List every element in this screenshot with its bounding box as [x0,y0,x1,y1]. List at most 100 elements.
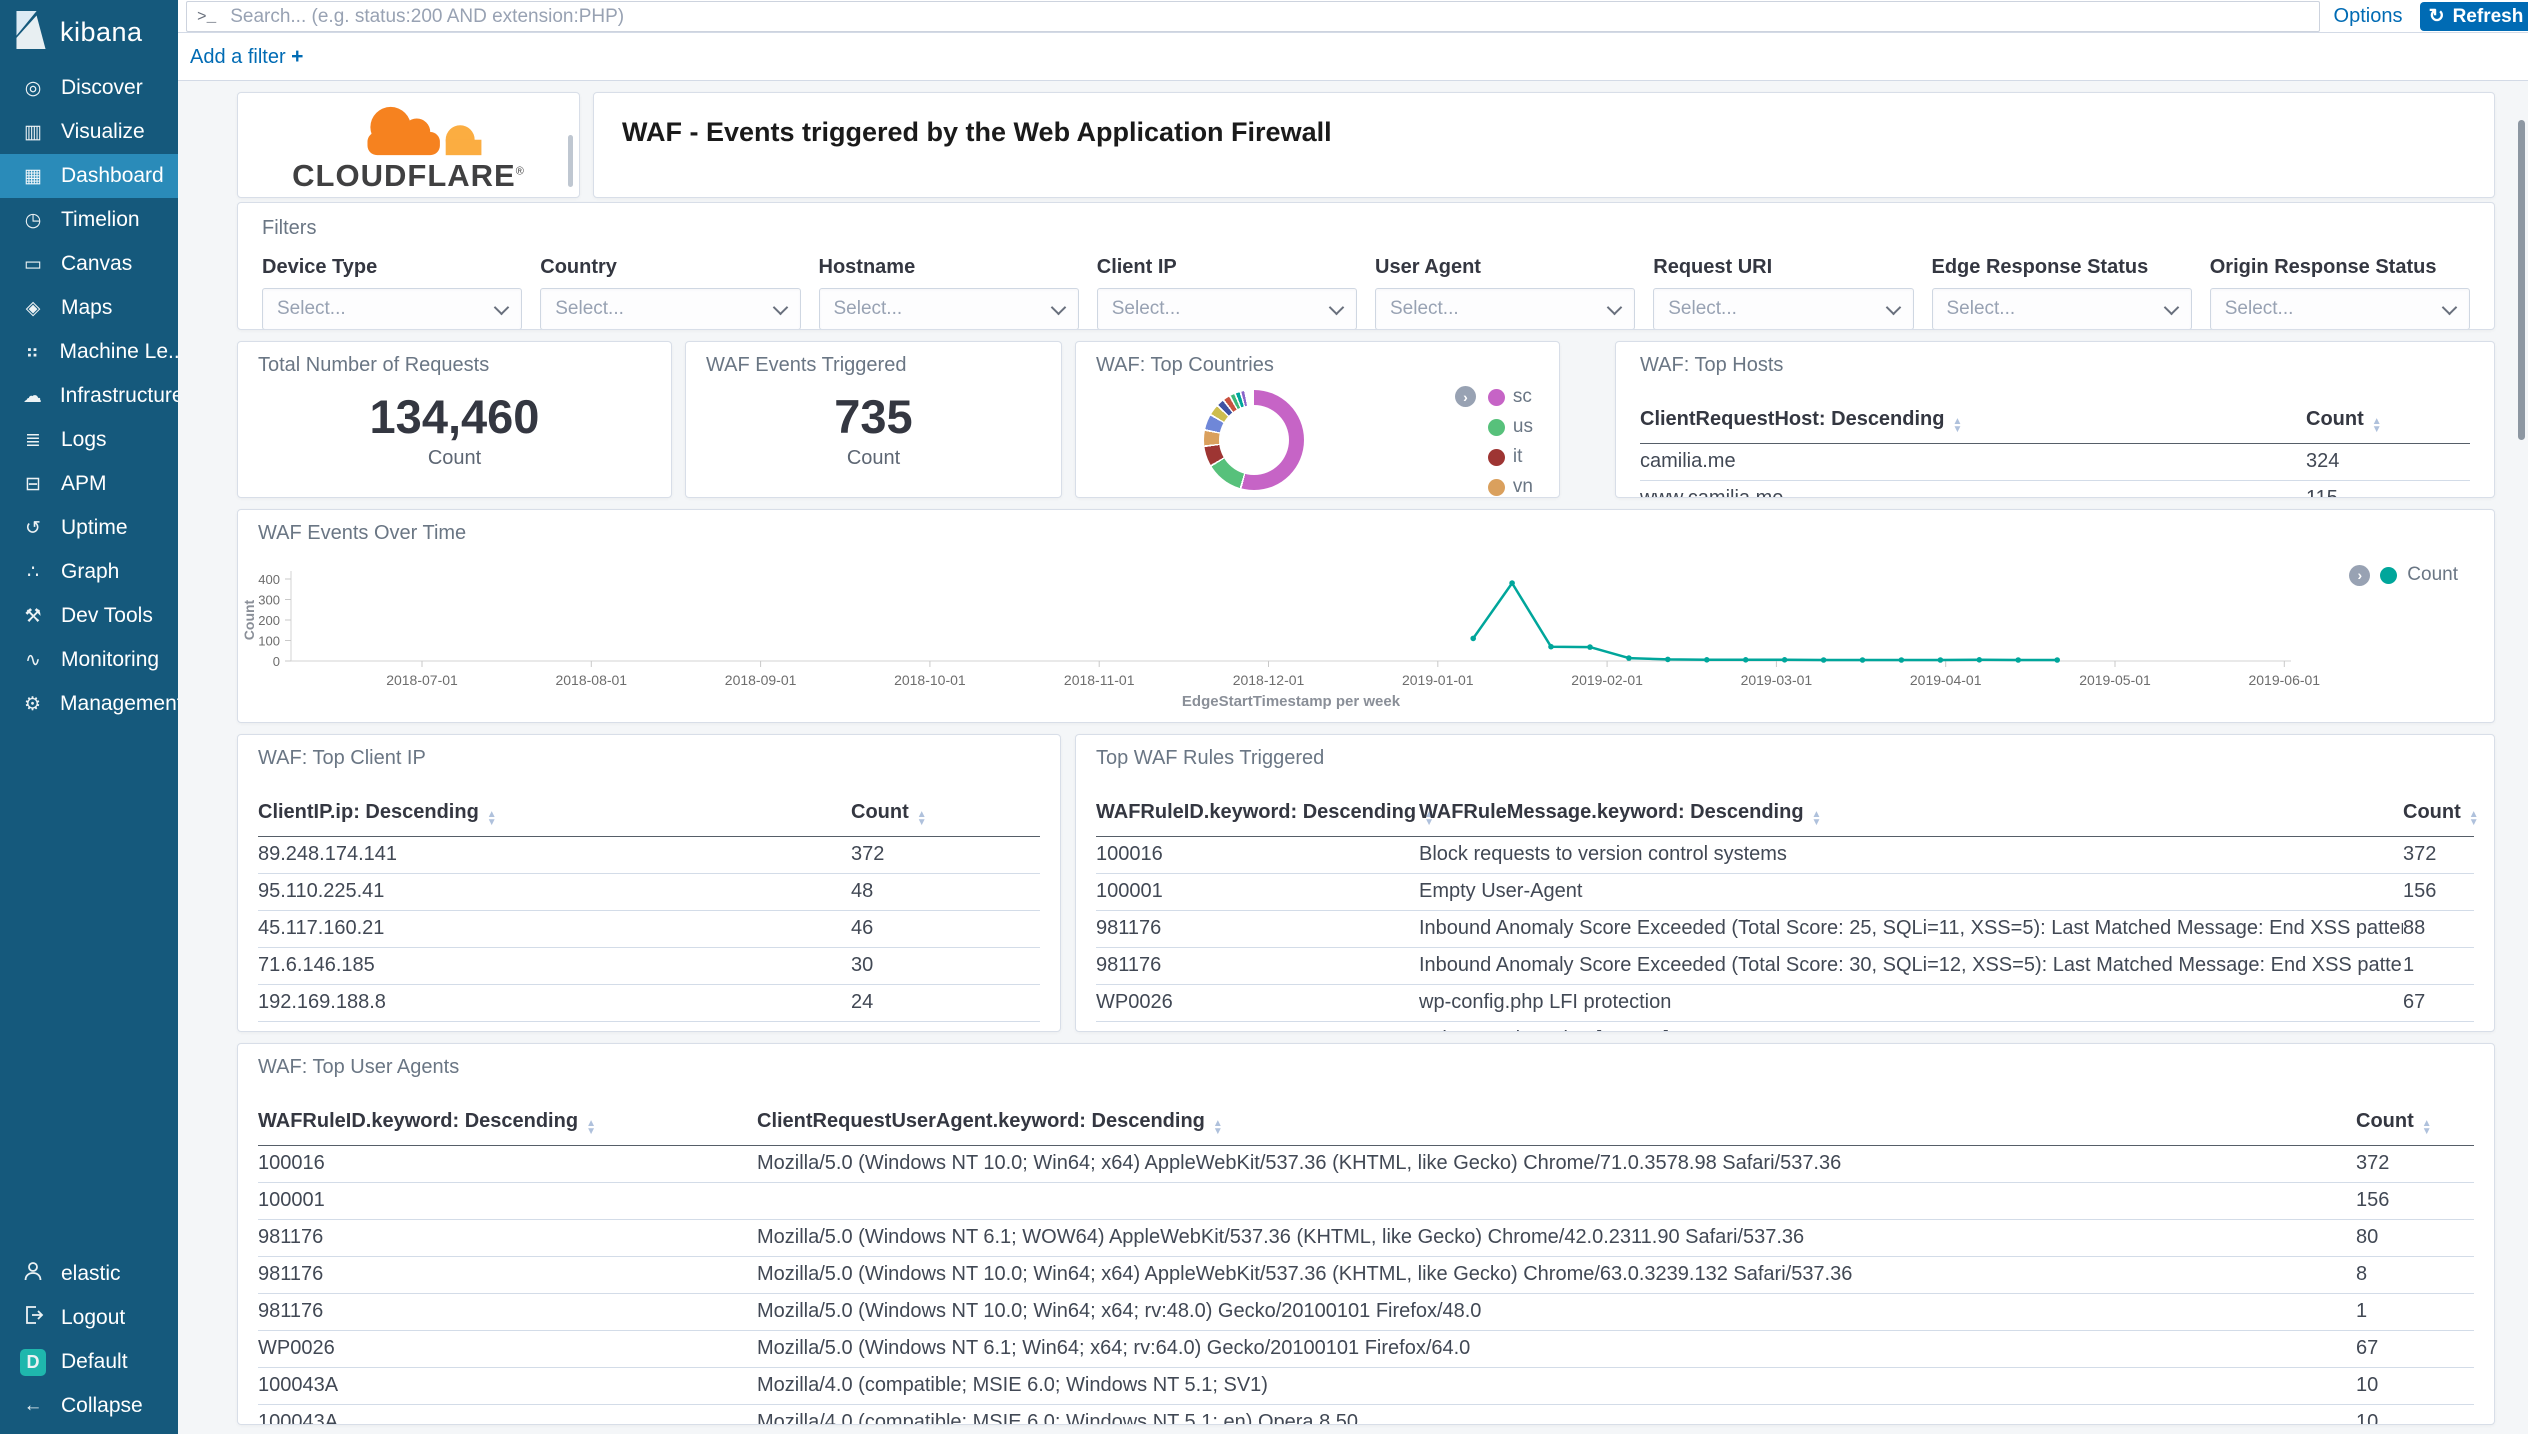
add-filter-link[interactable]: Add a filter + [190,45,303,69]
legend-item[interactable]: vn [1488,476,1533,498]
filter-field: Request URI Select... [1653,256,1913,330]
kibana-logo-icon [14,11,48,54]
top-user-agents-table: WAFRuleID.keyword: Descending ClientRequ… [258,1103,2474,1425]
column-header[interactable]: Count [851,794,1040,837]
sidebar-item[interactable]: ◎ Discover [0,66,178,110]
sidebar-item[interactable]: ⊟ APM [0,462,178,506]
plus-icon: + [291,45,303,68]
line-chart[interactable]: 0100200300400Count2018-07-012018-08-0120… [238,510,2494,722]
legend-item[interactable]: it [1488,446,1533,468]
filter-field: User Agent Select... [1375,256,1635,330]
column-header[interactable]: Count [2403,794,2474,837]
legend-item[interactable]: us [1488,416,1533,438]
column-header[interactable]: Count [2356,1103,2474,1146]
legend-label[interactable]: Count [2407,564,2458,586]
sidebar-item-label: Dashboard [61,164,164,188]
top-client-ip-panel: WAF: Top Client IP ClientIP.ip: Descendi… [237,734,1061,1032]
donut-legend: › sc us it [1455,386,1533,498]
kibana-logo[interactable]: kibana [0,0,178,62]
sidebar-item-icon: ▭ [20,253,46,276]
filter-select[interactable]: Select... [1097,288,1357,330]
rule-id-cell: 100016 [258,1146,757,1183]
filter-select[interactable]: Select... [2210,288,2470,330]
sidebar-item[interactable]: ☁ Infrastructure [0,374,178,418]
column-header[interactable]: WAFRuleID.keyword: Descending [258,1103,757,1146]
rule-message-cell: Block requests to version control system… [1419,837,2403,874]
svg-text:300: 300 [258,593,280,608]
sidebar-item[interactable]: ◈ Maps [0,286,178,330]
cloudflare-wordmark: CLOUDFLARE® [292,160,525,191]
sidebar-footer: elastic Logout D Default ← Collapse [0,1252,178,1434]
table-row: 981176 Mozilla/5.0 (Windows NT 6.1; WOW6… [258,1220,2474,1257]
panel-scrollbar[interactable] [568,135,573,187]
sidebar-item-label: Maps [61,296,112,320]
sort-icon [487,811,497,827]
ip-cell: 192.169.188.8 [258,985,851,1022]
chevron-down-icon [772,299,788,315]
filter-select[interactable]: Select... [1375,288,1635,330]
sidebar-item[interactable]: ↺ Uptime [0,506,178,550]
sidebar-item[interactable]: ∿ Monitoring [0,638,178,682]
filter-select[interactable]: Select... [1932,288,2192,330]
top-waf-rules-panel: Top WAF Rules Triggered WAFRuleID.keywor… [1075,734,2495,1032]
rule-id-cell: WP0026 [1096,985,1419,1022]
rule-id-cell: 100001 [1096,874,1419,911]
column-header[interactable]: ClientRequestUserAgent.keyword: Descendi… [757,1103,2356,1146]
filter-label: User Agent [1375,256,1635,279]
sidebar-item[interactable]: ⠶ Machine Le... [0,330,178,374]
rule-id-cell: 100043A [258,1405,757,1426]
sidebar-item-icon: ◷ [20,209,46,232]
sidebar-item-icon: ≣ [20,429,46,452]
column-header[interactable]: WAFRuleMessage.keyword: Descending [1419,794,2403,837]
sidebar-item[interactable]: ⚙ Management [0,682,178,726]
page-scrollbar-thumb[interactable] [2518,120,2525,440]
sidebar-item-collapse[interactable]: ← Collapse [0,1384,178,1428]
count-cell: 372 [2356,1146,2474,1183]
sidebar-item[interactable]: ≣ Logs [0,418,178,462]
sidebar-item-label: Logout [61,1306,125,1330]
options-link[interactable]: Options [2320,5,2416,28]
filter-select[interactable]: Select... [819,288,1079,330]
legend-toggle-icon[interactable]: › [2349,565,2370,586]
events-over-time-panel: WAF Events Over Time 0100200300400Count2… [237,509,2495,723]
dashboard-title-panel: WAF - Events triggered by the Web Applic… [593,92,2495,198]
column-header[interactable]: ClientIP.ip: Descending [258,794,851,837]
sidebar-item[interactable]: ◷ Timelion [0,198,178,242]
table-row: 100043A Mozilla/4.0 (compatible; MSIE 6.… [258,1405,2474,1426]
donut-chart[interactable] [1204,390,1304,490]
legend-toggle-icon[interactable]: › [1455,386,1476,407]
sidebar-item[interactable]: ▭ Canvas [0,242,178,286]
legend-color-dot [1488,419,1505,436]
sidebar-item-label: Visualize [61,120,145,144]
sidebar-item[interactable]: ∴ Graph [0,550,178,594]
console-prompt-icon: >_ [197,8,216,26]
top-client-ip-table: ClientIP.ip: Descending Count 89.248.174… [258,794,1040,1022]
legend-item[interactable]: sc [1488,386,1533,408]
rule-id-cell: 100043A [258,1368,757,1405]
sidebar-item-logout[interactable]: Logout [0,1296,178,1340]
user-agent-cell: Mozilla/4.0 (compatible; MSIE 6.0; Windo… [757,1405,2356,1426]
legend-label: vn [1513,476,1533,498]
chevron-down-icon [494,299,510,315]
sidebar-item[interactable]: ⚒ Dev Tools [0,594,178,638]
refresh-button[interactable]: ↻ Refresh [2420,2,2528,31]
top-bar: >_ Options ↻ Refresh [178,0,2528,33]
column-header[interactable]: Count [2306,401,2470,444]
sidebar-item-icon: ◈ [20,297,46,320]
sidebar-item-icon: ↺ [20,517,46,540]
table-row: www.camilia.me 115 [1640,481,2470,499]
sidebar-item[interactable]: ▥ Visualize [0,110,178,154]
sidebar-item[interactable]: ▦ Dashboard [0,154,178,198]
filter-select[interactable]: Select... [540,288,800,330]
filter-select[interactable]: Select... [1653,288,1913,330]
search-input[interactable] [228,5,2309,29]
column-header[interactable]: ClientRequestHost: Descending [1640,401,2306,444]
rule-message-cell: Inbound Anomaly Score Exceeded (Total Sc… [1419,911,2403,948]
filter-field: Device Type Select... [262,256,522,330]
column-header[interactable]: WAFRuleID.keyword: Descending [1096,794,1419,837]
chevron-down-icon [1607,299,1623,315]
user-agent-cell [757,1183,2356,1220]
sidebar-item-default-space[interactable]: D Default [0,1340,178,1384]
filter-select[interactable]: Select... [262,288,522,330]
sidebar-item-elastic[interactable]: elastic [0,1252,178,1296]
